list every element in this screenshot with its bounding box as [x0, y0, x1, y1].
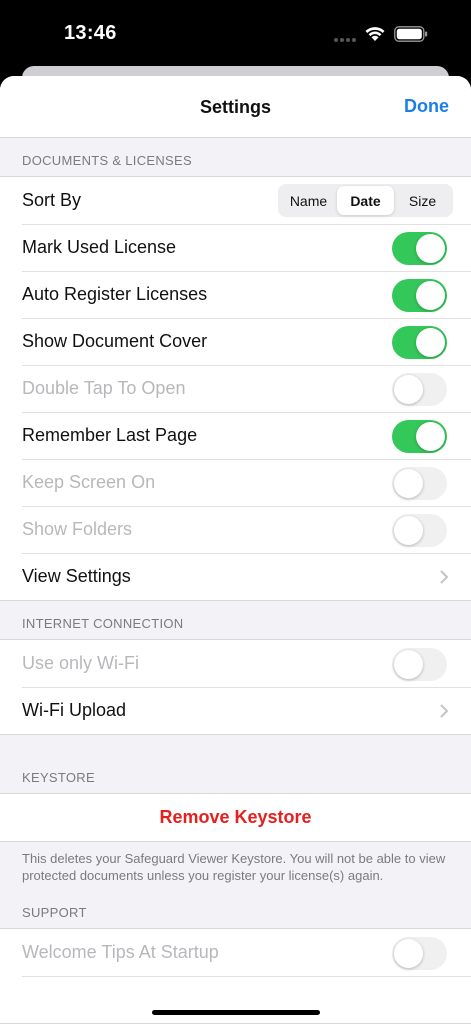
welcome-tips-label: Welcome Tips At Startup [22, 942, 219, 962]
sort-option-name[interactable]: Name [280, 186, 337, 215]
use-only-wifi-row: Use only Wi-Fi [0, 640, 471, 687]
sort-by-segmented-control: Name Date Size [278, 184, 453, 217]
done-button[interactable]: Done [404, 96, 449, 117]
double-tap-to-open-toggle[interactable] [392, 373, 447, 406]
documents-group: Sort By Name Date Size Mark Used License… [0, 176, 471, 601]
navigation-bar: Settings Done [0, 76, 471, 138]
show-folders-label: Show Folders [22, 519, 133, 539]
wifi-upload-label: Wi-Fi Upload [22, 700, 127, 720]
status-bar: 13:46 [0, 0, 471, 66]
wifi-upload-row[interactable]: Wi-Fi Upload [0, 687, 471, 734]
show-document-cover-toggle[interactable] [392, 326, 447, 359]
welcome-tips-toggle[interactable] [392, 937, 447, 970]
welcome-tips-row: Welcome Tips At Startup [0, 929, 471, 976]
use-only-wifi-toggle[interactable] [392, 648, 447, 681]
mark-used-license-row: Mark Used License [0, 224, 471, 271]
show-document-cover-label: Show Document Cover [22, 331, 208, 351]
section-header-internet: INTERNET CONNECTION [22, 616, 184, 631]
status-time: 13:46 [64, 22, 117, 44]
auto-register-licenses-toggle[interactable] [392, 279, 447, 312]
section-header-documents: DOCUMENTS & LICENSES [22, 153, 192, 168]
sort-option-size[interactable]: Size [394, 186, 451, 215]
auto-register-licenses-label: Auto Register Licenses [22, 284, 208, 304]
mark-used-license-toggle[interactable] [392, 232, 447, 265]
next-support-row[interactable] [0, 976, 471, 1023]
keep-screen-on-row: Keep Screen On [0, 459, 471, 506]
remember-last-page-label: Remember Last Page [22, 425, 198, 445]
use-only-wifi-label: Use only Wi-Fi [22, 653, 140, 673]
mark-used-license-label: Mark Used License [22, 237, 177, 257]
keystore-footer-note: This deletes your Safeguard Viewer Keyst… [22, 851, 446, 883]
keep-screen-on-toggle[interactable] [392, 467, 447, 500]
remove-keystore-row: Remove Keystore [0, 794, 471, 841]
remember-last-page-toggle[interactable] [392, 420, 447, 453]
cellular-signal-icon [334, 38, 358, 42]
chevron-right-icon [440, 704, 448, 718]
show-document-cover-row: Show Document Cover [0, 318, 471, 365]
battery-icon [394, 26, 428, 42]
remove-keystore-button[interactable]: Remove Keystore [159, 807, 311, 828]
view-settings-label: View Settings [22, 566, 131, 586]
double-tap-to-open-row: Double Tap To Open [0, 365, 471, 412]
view-settings-row[interactable]: View Settings [0, 553, 471, 600]
chevron-right-icon [440, 570, 448, 584]
show-folders-row: Show Folders [0, 506, 471, 553]
double-tap-to-open-label: Double Tap To Open [22, 378, 186, 398]
section-header-keystore: KEYSTORE [22, 770, 95, 785]
settings-sheet: Settings Done DOCUMENTS & LICENSES Sort … [0, 76, 471, 1024]
sort-option-date[interactable]: Date [337, 186, 394, 215]
remember-last-page-row: Remember Last Page [0, 412, 471, 459]
show-folders-toggle[interactable] [392, 514, 447, 547]
page-title: Settings [199, 97, 271, 117]
internet-group: Use only Wi-Fi Wi-Fi Upload [0, 639, 471, 735]
home-indicator [152, 1010, 320, 1015]
section-header-support: SUPPORT [22, 905, 87, 920]
keep-screen-on-label: Keep Screen On [22, 472, 156, 492]
sort-by-label: Sort By [22, 190, 82, 210]
keystore-group: Remove Keystore [0, 793, 471, 842]
sort-by-row: Sort By Name Date Size [0, 177, 471, 224]
wifi-icon [365, 27, 385, 41]
auto-register-licenses-row: Auto Register Licenses [0, 271, 471, 318]
